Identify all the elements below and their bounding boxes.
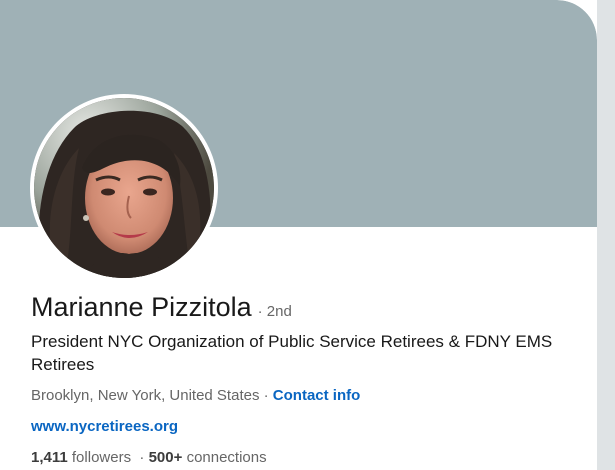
degree-separator: · [257, 303, 263, 320]
stats-row: 1,411 followers · 500+ connections [31, 449, 267, 466]
connections-count: 500+ [148, 449, 183, 466]
profile-headline: President NYC Organization of Public Ser… [31, 332, 553, 374]
location-row: Brooklyn, New York, United States · Cont… [31, 387, 360, 404]
profile-photo[interactable] [34, 98, 214, 278]
connection-degree: · 2nd [258, 303, 292, 320]
page-gutter [597, 0, 615, 470]
followers-label: followers [71, 449, 132, 466]
profile-name: Marianne Pizzitola [31, 292, 252, 322]
profile-photo-frame[interactable] [30, 94, 218, 282]
stats-separator: · [139, 449, 145, 466]
profile-photo-image [34, 98, 214, 278]
contact-info-link[interactable]: Contact info [273, 387, 361, 404]
connections-link[interactable]: 500+ connections [149, 449, 267, 466]
followers-link[interactable]: 1,411 followers [31, 449, 131, 466]
location-separator: · [263, 387, 269, 404]
connections-label: connections [186, 449, 267, 466]
followers-count: 1,411 [31, 449, 68, 466]
name-row: Marianne Pizzitola · 2nd [31, 292, 292, 323]
profile-card: Marianne Pizzitola · 2nd President NYC O… [0, 0, 597, 470]
website-link[interactable]: www.nycretirees.org [31, 418, 178, 435]
degree-label: 2nd [266, 303, 292, 320]
profile-location: Brooklyn, New York, United States [31, 387, 260, 404]
